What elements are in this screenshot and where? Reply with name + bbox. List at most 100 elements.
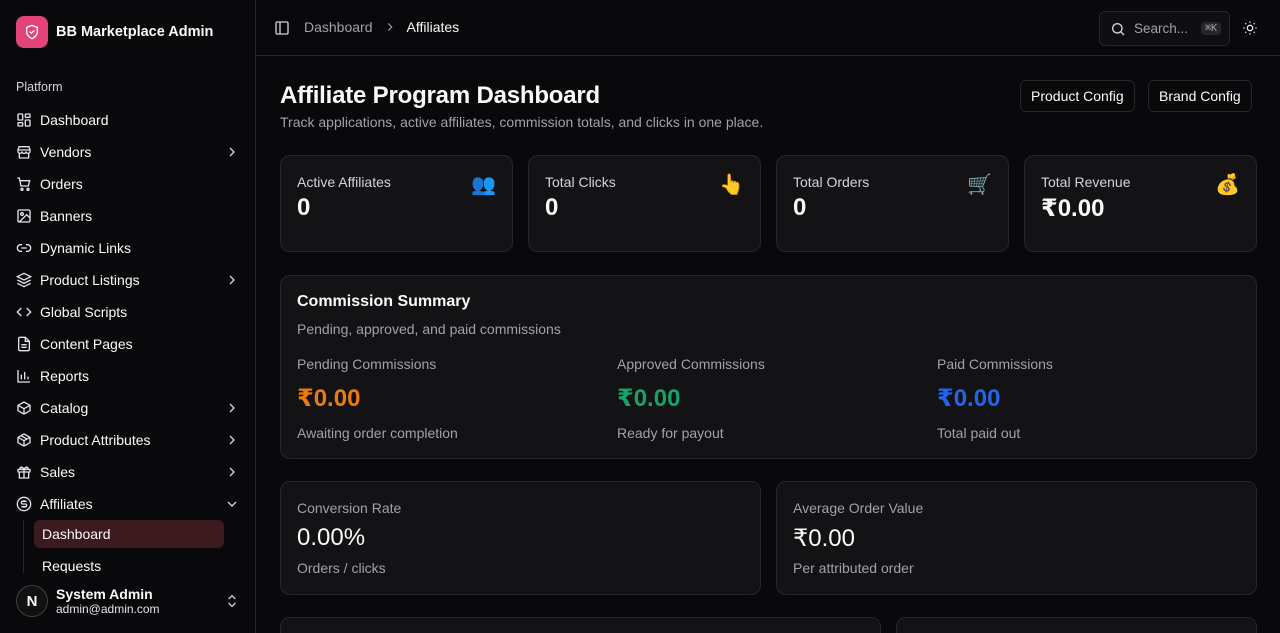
- breadcrumb-current: Affiliates: [406, 19, 460, 35]
- chevron-right-icon: [387, 23, 393, 31]
- metric-label: Conversion Rate: [297, 500, 402, 516]
- paid-commissions: Paid Commissions ₹0.00 Total paid out: [937, 356, 1237, 441]
- image-icon: [17, 209, 31, 223]
- sidebar-item-sales[interactable]: Sales: [8, 456, 248, 488]
- sidebar-item-label: Dashboard: [40, 112, 109, 128]
- stat-value: 0: [545, 194, 559, 221]
- commission-value: ₹0.00: [297, 385, 361, 412]
- sidebar-item-label: Dynamic Links: [40, 240, 132, 256]
- approved-commissions: Approved Commissions ₹0.00 Ready for pay…: [617, 356, 917, 441]
- sidebar-item-reports[interactable]: Reports: [8, 360, 248, 392]
- sidebar-item-label: Affiliates: [40, 496, 93, 512]
- sidebar-item-label: Sales: [40, 464, 76, 480]
- commission-note: Awaiting order completion: [297, 425, 458, 441]
- bottom-card-right: [896, 617, 1257, 633]
- search-button[interactable]: Search... ⌘K: [1099, 11, 1230, 46]
- stat-label: Total Clicks: [545, 174, 616, 190]
- sidebar-item-affiliates[interactable]: Affiliates: [8, 488, 248, 520]
- sidebar-item-label: Catalog: [40, 400, 89, 416]
- conversion-rate-card: Conversion Rate 0.00% Orders / clicks: [280, 481, 761, 595]
- breadcrumb-dashboard-link[interactable]: Dashboard: [304, 19, 373, 35]
- chevron-down-icon: [227, 501, 237, 507]
- sidebar-toggle-icon[interactable]: [274, 20, 290, 36]
- sidebar-nav: Dashboard Vendors Orders Banners Dynamic…: [8, 104, 248, 584]
- stat-label: Total Revenue: [1041, 174, 1131, 190]
- search-placeholder: Search...: [1134, 21, 1189, 36]
- commission-value: ₹0.00: [937, 385, 1001, 412]
- package-icon: [17, 433, 31, 447]
- commission-note: Total paid out: [937, 425, 1021, 441]
- chevron-right-icon: [229, 435, 235, 445]
- chevron-right-icon: [229, 467, 235, 477]
- sidebar-item-label: Global Scripts: [40, 304, 128, 320]
- chevron-right-icon: [229, 147, 235, 157]
- sidebar-subitem-dashboard[interactable]: Dashboard: [34, 520, 224, 548]
- money-bag-icon: 💰: [1215, 174, 1240, 196]
- metric-value: 0.00%: [297, 524, 366, 551]
- pending-commissions: Pending Commissions ₹0.00 Awaiting order…: [297, 356, 597, 441]
- gift-icon: [17, 466, 31, 479]
- avatar-initial: N: [26, 592, 38, 610]
- sun-icon[interactable]: [1242, 20, 1258, 36]
- sidebar-subitem-label: Requests: [42, 558, 102, 574]
- metric-note: Orders / clicks: [297, 560, 386, 576]
- sidebar-subitem-label: Dashboard: [42, 526, 111, 542]
- sidebar-group-label: Platform: [16, 80, 63, 94]
- section-subtitle: Pending, approved, and paid commissions: [297, 321, 561, 337]
- cart-icon: 🛒: [967, 174, 992, 196]
- commission-label: Paid Commissions: [937, 356, 1053, 372]
- metric-note: Per attributed order: [793, 560, 914, 576]
- sidebar-item-dashboard[interactable]: Dashboard: [8, 104, 248, 136]
- sidebar-item-label: Banners: [40, 208, 93, 224]
- metric-label: Average Order Value: [793, 500, 924, 516]
- box-icon: [17, 401, 31, 415]
- sidebar: BB Marketplace Admin Platform Dashboard …: [0, 0, 256, 633]
- dollar-circle-icon: [16, 496, 32, 512]
- page-subtitle: Track applications, active affiliates, c…: [280, 114, 764, 130]
- chevrons-up-down-icon: [228, 594, 236, 608]
- search-shortcut: ⌘K: [1200, 22, 1221, 35]
- user-name: System Admin: [56, 586, 153, 602]
- sidebar-item-content-pages[interactable]: Content Pages: [8, 328, 248, 360]
- shield-icon: [16, 16, 48, 48]
- sidebar-item-product-attributes[interactable]: Product Attributes: [8, 424, 248, 456]
- commission-value: ₹0.00: [617, 385, 681, 412]
- stat-label: Total Orders: [793, 174, 870, 190]
- topbar: Dashboard Affiliates Search... ⌘K: [256, 0, 1280, 56]
- user-menu[interactable]: N System Admin admin@admin.com: [8, 573, 248, 629]
- store-icon: [17, 146, 31, 159]
- sidebar-item-orders[interactable]: Orders: [8, 168, 248, 200]
- stat-value: 0: [793, 194, 807, 221]
- stat-card-total-revenue: Total Revenue ₹0.00 💰: [1024, 155, 1257, 252]
- code-icon: [16, 307, 32, 317]
- user-email: admin@admin.com: [56, 602, 160, 616]
- brand-config-button[interactable]: Brand Config: [1148, 80, 1252, 112]
- sidebar-item-banners[interactable]: Banners: [8, 200, 248, 232]
- cart-icon: [17, 177, 31, 191]
- stat-card-total-orders: Total Orders 0 🛒: [776, 155, 1009, 252]
- stat-card-total-clicks: Total Clicks 0 👆: [528, 155, 761, 252]
- sidebar-item-dynamic-links[interactable]: Dynamic Links: [8, 232, 248, 264]
- people-icon: 👥: [471, 174, 496, 196]
- link-icon: [16, 244, 32, 252]
- sidebar-item-vendors[interactable]: Vendors: [8, 136, 248, 168]
- product-config-button[interactable]: Product Config: [1020, 80, 1135, 112]
- chevron-right-icon: [229, 403, 235, 413]
- chevron-right-icon: [229, 275, 235, 285]
- sidebar-item-product-listings[interactable]: Product Listings: [8, 264, 248, 296]
- page-title: Affiliate Program Dashboard: [280, 82, 600, 109]
- sidebar-item-label: Vendors: [40, 144, 92, 160]
- avatar: N: [16, 585, 48, 617]
- section-title: Commission Summary: [297, 293, 471, 310]
- brand[interactable]: BB Marketplace Admin: [16, 16, 213, 48]
- sidebar-item-label: Content Pages: [40, 336, 133, 352]
- sidebar-item-label: Product Listings: [40, 272, 140, 288]
- sidebar-item-label: Reports: [40, 368, 90, 384]
- sidebar-item-catalog[interactable]: Catalog: [8, 392, 248, 424]
- layers-icon: [16, 272, 32, 288]
- commission-label: Approved Commissions: [617, 356, 765, 372]
- sidebar-item-global-scripts[interactable]: Global Scripts: [8, 296, 248, 328]
- pointer-icon: 👆: [719, 174, 744, 196]
- file-icon: [18, 336, 30, 352]
- affiliates-submenu: Dashboard Requests: [23, 520, 248, 580]
